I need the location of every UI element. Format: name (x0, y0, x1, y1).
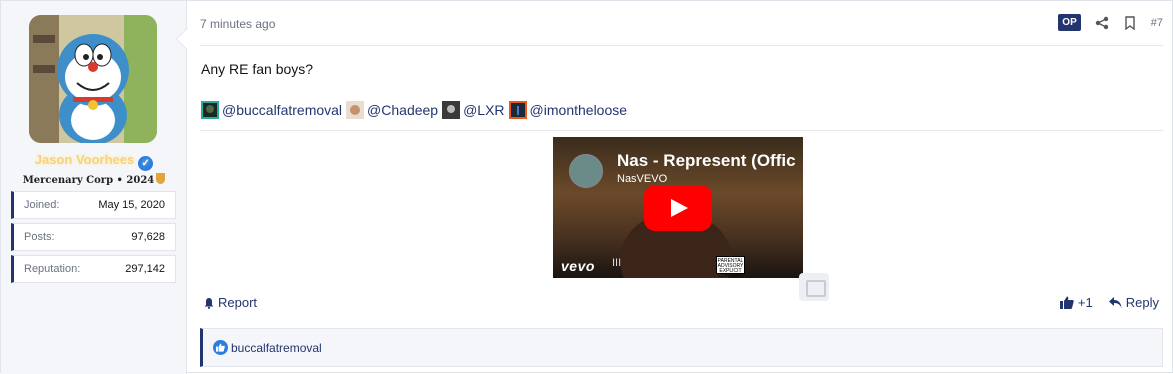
picture-in-picture-icon[interactable] (799, 273, 829, 301)
bell-icon (204, 297, 214, 309)
mention-link[interactable]: @Chadeep (367, 102, 438, 118)
author-title: Mercenary Corp • 2024 (1, 173, 187, 186)
mention-avatar (508, 101, 527, 119)
video-channel[interactable]: NasVEVO (617, 173, 667, 185)
post-body: 7 minutes ago OP #7 Any RE fan boys? @bu… (188, 1, 1173, 374)
stat-reputation: Reputation: 297,142 (11, 255, 176, 283)
stat-label: Reputation: (24, 263, 81, 275)
forum-post: Jason Voorhees ✓ Mercenary Corp • 2024 Jo… (0, 0, 1173, 374)
stat-label: Posts: (24, 231, 55, 243)
divider (200, 45, 1163, 46)
share-icon[interactable] (1095, 16, 1109, 30)
parental-advisory-label: PARENTAL ADVISORY EXPLICIT CONTENT (716, 256, 745, 278)
post-text: Any RE fan boys? (201, 61, 314, 77)
channel-avatar[interactable] (569, 154, 603, 188)
mention-link[interactable]: @imontheloose (530, 102, 628, 118)
album-numeral: III (612, 257, 622, 269)
stat-value: 297,142 (125, 263, 165, 275)
vevo-logo: vevo (561, 258, 595, 274)
mention-link[interactable]: @buccalfatremoval (222, 102, 342, 118)
avatar[interactable] (29, 15, 157, 143)
divider (200, 130, 1163, 131)
medal-icon (156, 173, 166, 184)
like-button[interactable]: +1 (1059, 295, 1093, 310)
verified-badge-icon: ✓ (138, 156, 154, 171)
mention-link[interactable]: @LXR (463, 102, 504, 118)
stat-value: 97,628 (131, 231, 165, 243)
report-button[interactable]: Report (203, 295, 257, 310)
like-count[interactable]: +1 (1078, 295, 1093, 310)
stat-value: May 15, 2020 (98, 199, 165, 211)
mention-avatar (346, 101, 365, 119)
mention-avatar (442, 101, 461, 119)
op-badge: OP (1058, 14, 1081, 31)
thumbs-up-icon (1059, 296, 1074, 309)
mentions-line: @buccalfatremoval @Chadeep @LXR @imonthe… (201, 101, 631, 119)
author-name-text[interactable]: Jason Voorhees (35, 152, 134, 167)
reply-button[interactable]: Reply (1108, 295, 1159, 310)
reactions-bar: buccalfatremoval (200, 328, 1163, 367)
stat-joined: Joined: May 15, 2020 (11, 191, 176, 219)
bookmark-icon[interactable] (1123, 15, 1137, 30)
post-number[interactable]: #7 (1151, 17, 1163, 29)
author-name[interactable]: Jason Voorhees ✓ (1, 152, 187, 171)
stat-posts: Posts: 97,628 (11, 223, 176, 251)
reply-label[interactable]: Reply (1126, 295, 1159, 310)
post-header-actions: OP #7 (1058, 14, 1163, 31)
like-reaction-icon (213, 340, 228, 355)
mention-avatar (201, 101, 219, 119)
reaction-users[interactable]: buccalfatremoval (231, 341, 322, 355)
youtube-embed[interactable]: Nas - Represent (Offic NasVEVO vevo III … (553, 137, 803, 278)
play-button-icon[interactable] (644, 185, 712, 231)
post-actions: +1 Reply (1059, 295, 1159, 310)
video-title[interactable]: Nas - Represent (Offic (617, 151, 796, 171)
author-title-text: Mercenary Corp • 2024 (22, 175, 155, 186)
reply-icon (1108, 297, 1122, 308)
doraemon-avatar-image (29, 15, 157, 143)
post-timestamp[interactable]: 7 minutes ago (200, 17, 275, 31)
author-sidebar: Jason Voorhees ✓ Mercenary Corp • 2024 Jo… (1, 1, 187, 374)
stat-label: Joined: (24, 199, 60, 211)
report-label[interactable]: Report (218, 295, 257, 310)
